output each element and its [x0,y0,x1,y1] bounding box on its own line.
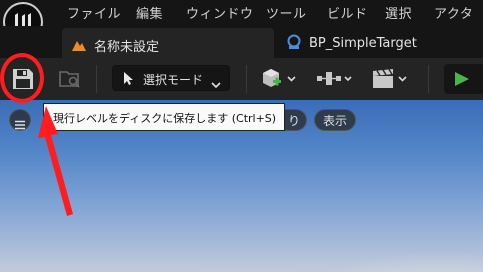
menu-edit[interactable]: 編集 [136,3,163,22]
level-icon [72,36,86,55]
toolbar-divider [428,65,429,93]
viewport-show-label: 表示 [323,114,348,128]
toolbar-divider [96,65,97,93]
viewport-show-button[interactable]: 表示 [314,109,357,131]
tab-level[interactable]: 名称未設定 [62,28,274,58]
tab-blueprint[interactable]: BP_SimpleTarget [282,28,483,58]
menu-file[interactable]: ファイル [67,3,121,22]
select-mode-label: 選択モード [143,73,204,87]
document-tab-bar: 名称未設定 BP_SimpleTarget [0,26,483,58]
hamburger-icon [15,115,25,134]
blueprint-icon [286,34,302,54]
menu-build[interactable]: ビルド [327,3,368,22]
arrow-annotation-icon [38,106,73,216]
cinematics-icon[interactable] [371,68,409,94]
viewport-options-button[interactable] [9,109,31,131]
play-icon [454,71,470,91]
play-button[interactable] [444,64,483,94]
browse-icon[interactable] [59,69,81,93]
tab-blueprint-label: BP_SimpleTarget [309,36,417,51]
menu-select[interactable]: 選択 [385,3,412,22]
tab-level-label: 名称未設定 [94,40,160,55]
viewport-lighting-label: り [288,114,301,128]
select-mode-icon [123,71,135,90]
menu-tools[interactable]: ツール [266,3,307,22]
menu-bar: ファイル 編集 ウィンドウ ツール ビルド 選択 アクタ [0,0,483,42]
blueprint-menu-icon[interactable] [316,70,352,92]
highlight-circle-annotation [0,53,44,103]
select-mode-button[interactable]: 選択モード [112,65,230,91]
menu-window[interactable]: ウィンドウ [186,3,254,22]
menu-actor[interactable]: アクタ [434,3,473,22]
main-toolbar: 選択モード [0,58,483,100]
chevron-down-icon [211,74,221,93]
add-actor-icon[interactable] [262,68,298,94]
save-tooltip-text: 現行レベルをディスクに保存します (Ctrl+S) [53,112,277,125]
toolbar-divider [246,65,247,93]
